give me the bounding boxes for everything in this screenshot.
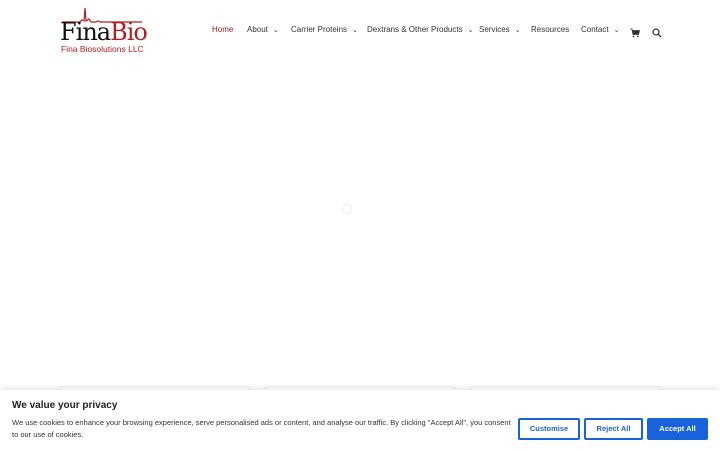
- nav-item-label: Home: [212, 25, 234, 34]
- nav-item-label: Carrier Proteins: [291, 25, 348, 34]
- nav-item-label: Contact: [581, 25, 609, 34]
- nav-item-about[interactable]: About ⌄: [247, 24, 279, 37]
- nav-item-home[interactable]: Home: [212, 24, 233, 36]
- site-logo[interactable]: FinaBio Fina Biosolutions LLC: [60, 7, 148, 55]
- cookie-banner: We value your privacy We use cookies to …: [0, 390, 720, 450]
- chevron-down-icon: ⌄: [352, 27, 358, 34]
- cookie-title: We value your privacy: [12, 400, 118, 411]
- nav-item-services[interactable]: Services ⌄: [479, 24, 521, 37]
- customise-button[interactable]: Customise: [518, 418, 580, 440]
- reject-all-button[interactable]: Reject All: [584, 418, 643, 440]
- nav-item-label: Resources: [531, 25, 570, 34]
- nav-item-label: About: [247, 25, 268, 34]
- nav-item-carrier-proteins[interactable]: Carrier Proteins ⌄: [291, 24, 358, 37]
- nav-item-label: Services: [479, 25, 510, 34]
- chevron-down-icon: ⌄: [514, 27, 521, 34]
- chevron-down-icon: ⌄: [467, 27, 474, 34]
- chevron-down-icon: ⌄: [613, 27, 620, 34]
- nav-item-dextrans[interactable]: Dextrans & Other Products ⌄: [367, 24, 473, 37]
- accept-all-button[interactable]: Accept All: [647, 418, 708, 440]
- site-header: FinaBio Fina Biosolutions LLC Home About…: [0, 0, 720, 64]
- chevron-down-icon: ⌄: [272, 27, 279, 34]
- logo-wordmark: FinaBio: [60, 18, 148, 46]
- cart-icon[interactable]: [630, 25, 640, 38]
- nav-item-contact[interactable]: Contact ⌄: [581, 24, 619, 37]
- loading-spinner-icon: [342, 204, 352, 214]
- logo-tagline: Fina Biosolutions LLC: [61, 44, 144, 54]
- cookie-text: We use cookies to enhance your browsing …: [12, 418, 511, 439]
- nav-item-resources[interactable]: Resources: [531, 24, 569, 36]
- nav-item-label: Dextrans & Other Products: [367, 25, 463, 34]
- search-icon[interactable]: [652, 25, 662, 38]
